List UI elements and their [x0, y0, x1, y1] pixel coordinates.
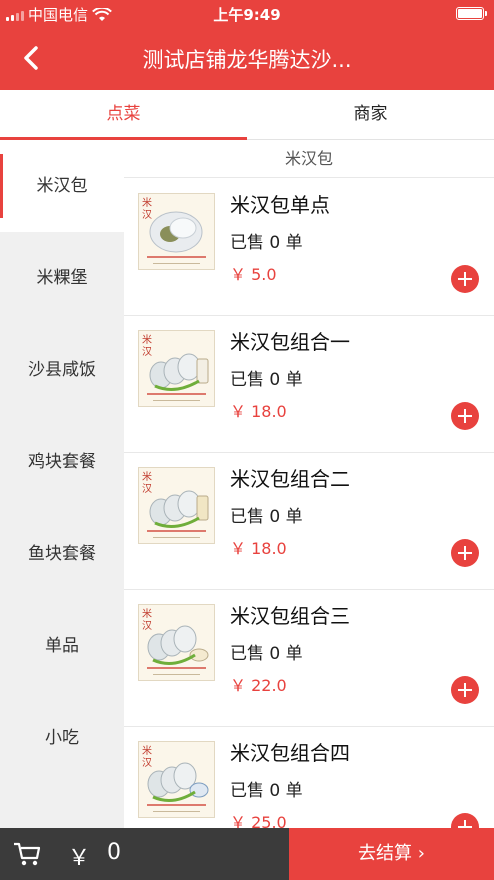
category-chicken-set[interactable]: 鸡块套餐	[0, 416, 124, 508]
add-to-cart-button[interactable]	[451, 813, 479, 828]
product-item[interactable]: 米汉 米汉包组合二 已售 0 单 ￥ 18.0	[124, 453, 494, 590]
cart-total: 0	[107, 840, 121, 865]
product-item[interactable]: 米汉 米汉包单点 已售 0 单 ￥ 5.0	[124, 179, 494, 316]
product-name: 米汉包组合一	[230, 330, 350, 354]
checkout-button[interactable]: 去结算 ›	[289, 828, 494, 880]
add-to-cart-button[interactable]	[451, 265, 479, 293]
tab-merchant[interactable]: 商家	[247, 90, 494, 140]
tab-bar: 点菜 商家	[0, 90, 494, 140]
product-price: ￥ 22.0	[230, 676, 287, 695]
product-list[interactable]: 米汉包 米汉 米汉包单点 已售 0 单 ￥ 5.0 米汉 米汉包组合一 已售 0…	[124, 140, 494, 828]
product-price: ￥ 25.0	[230, 813, 287, 828]
section-title: 米汉包	[124, 140, 494, 178]
add-to-cart-button[interactable]	[451, 676, 479, 704]
category-sidebar: 米汉包 米粿堡 沙县咸饭 鸡块套餐 鱼块套餐 单品 小吃	[0, 140, 124, 828]
status-time: 上午9:49	[213, 6, 281, 24]
product-item[interactable]: 米汉 米汉包组合四 已售 0 单 ￥ 25.0	[124, 727, 494, 828]
product-name: 米汉包组合四	[230, 741, 350, 765]
product-item[interactable]: 米汉 米汉包组合三 已售 0 单 ￥ 22.0	[124, 590, 494, 727]
tab-order[interactable]: 点菜	[0, 90, 247, 140]
add-to-cart-button[interactable]	[451, 539, 479, 567]
category-single[interactable]: 单品	[0, 600, 124, 692]
category-shaxian-rice[interactable]: 沙县咸饭	[0, 324, 124, 416]
product-sold: 已售 0 单	[230, 507, 303, 527]
rice-burger-combo-photo: 米汉	[138, 741, 215, 818]
cart-bar: ￥ 0 去结算 ›	[0, 828, 494, 880]
currency-symbol: ￥	[68, 846, 91, 871]
product-price: ￥ 18.0	[230, 402, 287, 421]
product-price: ￥ 5.0	[230, 265, 277, 284]
product-name: 米汉包组合二	[230, 467, 350, 491]
rice-burger-photo: 米汉	[138, 193, 215, 270]
page-title: 测试店铺龙华腾达沙...	[142, 48, 352, 72]
nav-bar: 测试店铺龙华腾达沙...	[0, 28, 494, 90]
product-name: 米汉包组合三	[230, 604, 350, 628]
product-sold: 已售 0 单	[230, 781, 303, 801]
product-sold: 已售 0 单	[230, 233, 303, 253]
cart-icon[interactable]	[12, 840, 42, 868]
category-miguobao[interactable]: 米粿堡	[0, 232, 124, 324]
battery-icon	[456, 7, 487, 20]
rice-burger-combo-photo: 米汉	[138, 604, 215, 681]
product-price: ￥ 18.0	[230, 539, 287, 558]
category-snacks[interactable]: 小吃	[0, 692, 124, 784]
add-to-cart-button[interactable]	[451, 402, 479, 430]
rice-burger-combo-photo: 米汉	[138, 330, 215, 407]
product-name: 米汉包单点	[230, 193, 330, 217]
product-sold: 已售 0 单	[230, 370, 303, 390]
category-fish-set[interactable]: 鱼块套餐	[0, 508, 124, 600]
category-mihanbao[interactable]: 米汉包	[0, 140, 124, 232]
back-arrow-icon[interactable]	[14, 40, 50, 76]
product-item[interactable]: 米汉 米汉包组合一 已售 0 单 ￥ 18.0	[124, 316, 494, 453]
product-sold: 已售 0 单	[230, 644, 303, 664]
status-bar: 中国电信 上午9:49	[0, 0, 494, 28]
rice-burger-combo-photo: 米汉	[138, 467, 215, 544]
